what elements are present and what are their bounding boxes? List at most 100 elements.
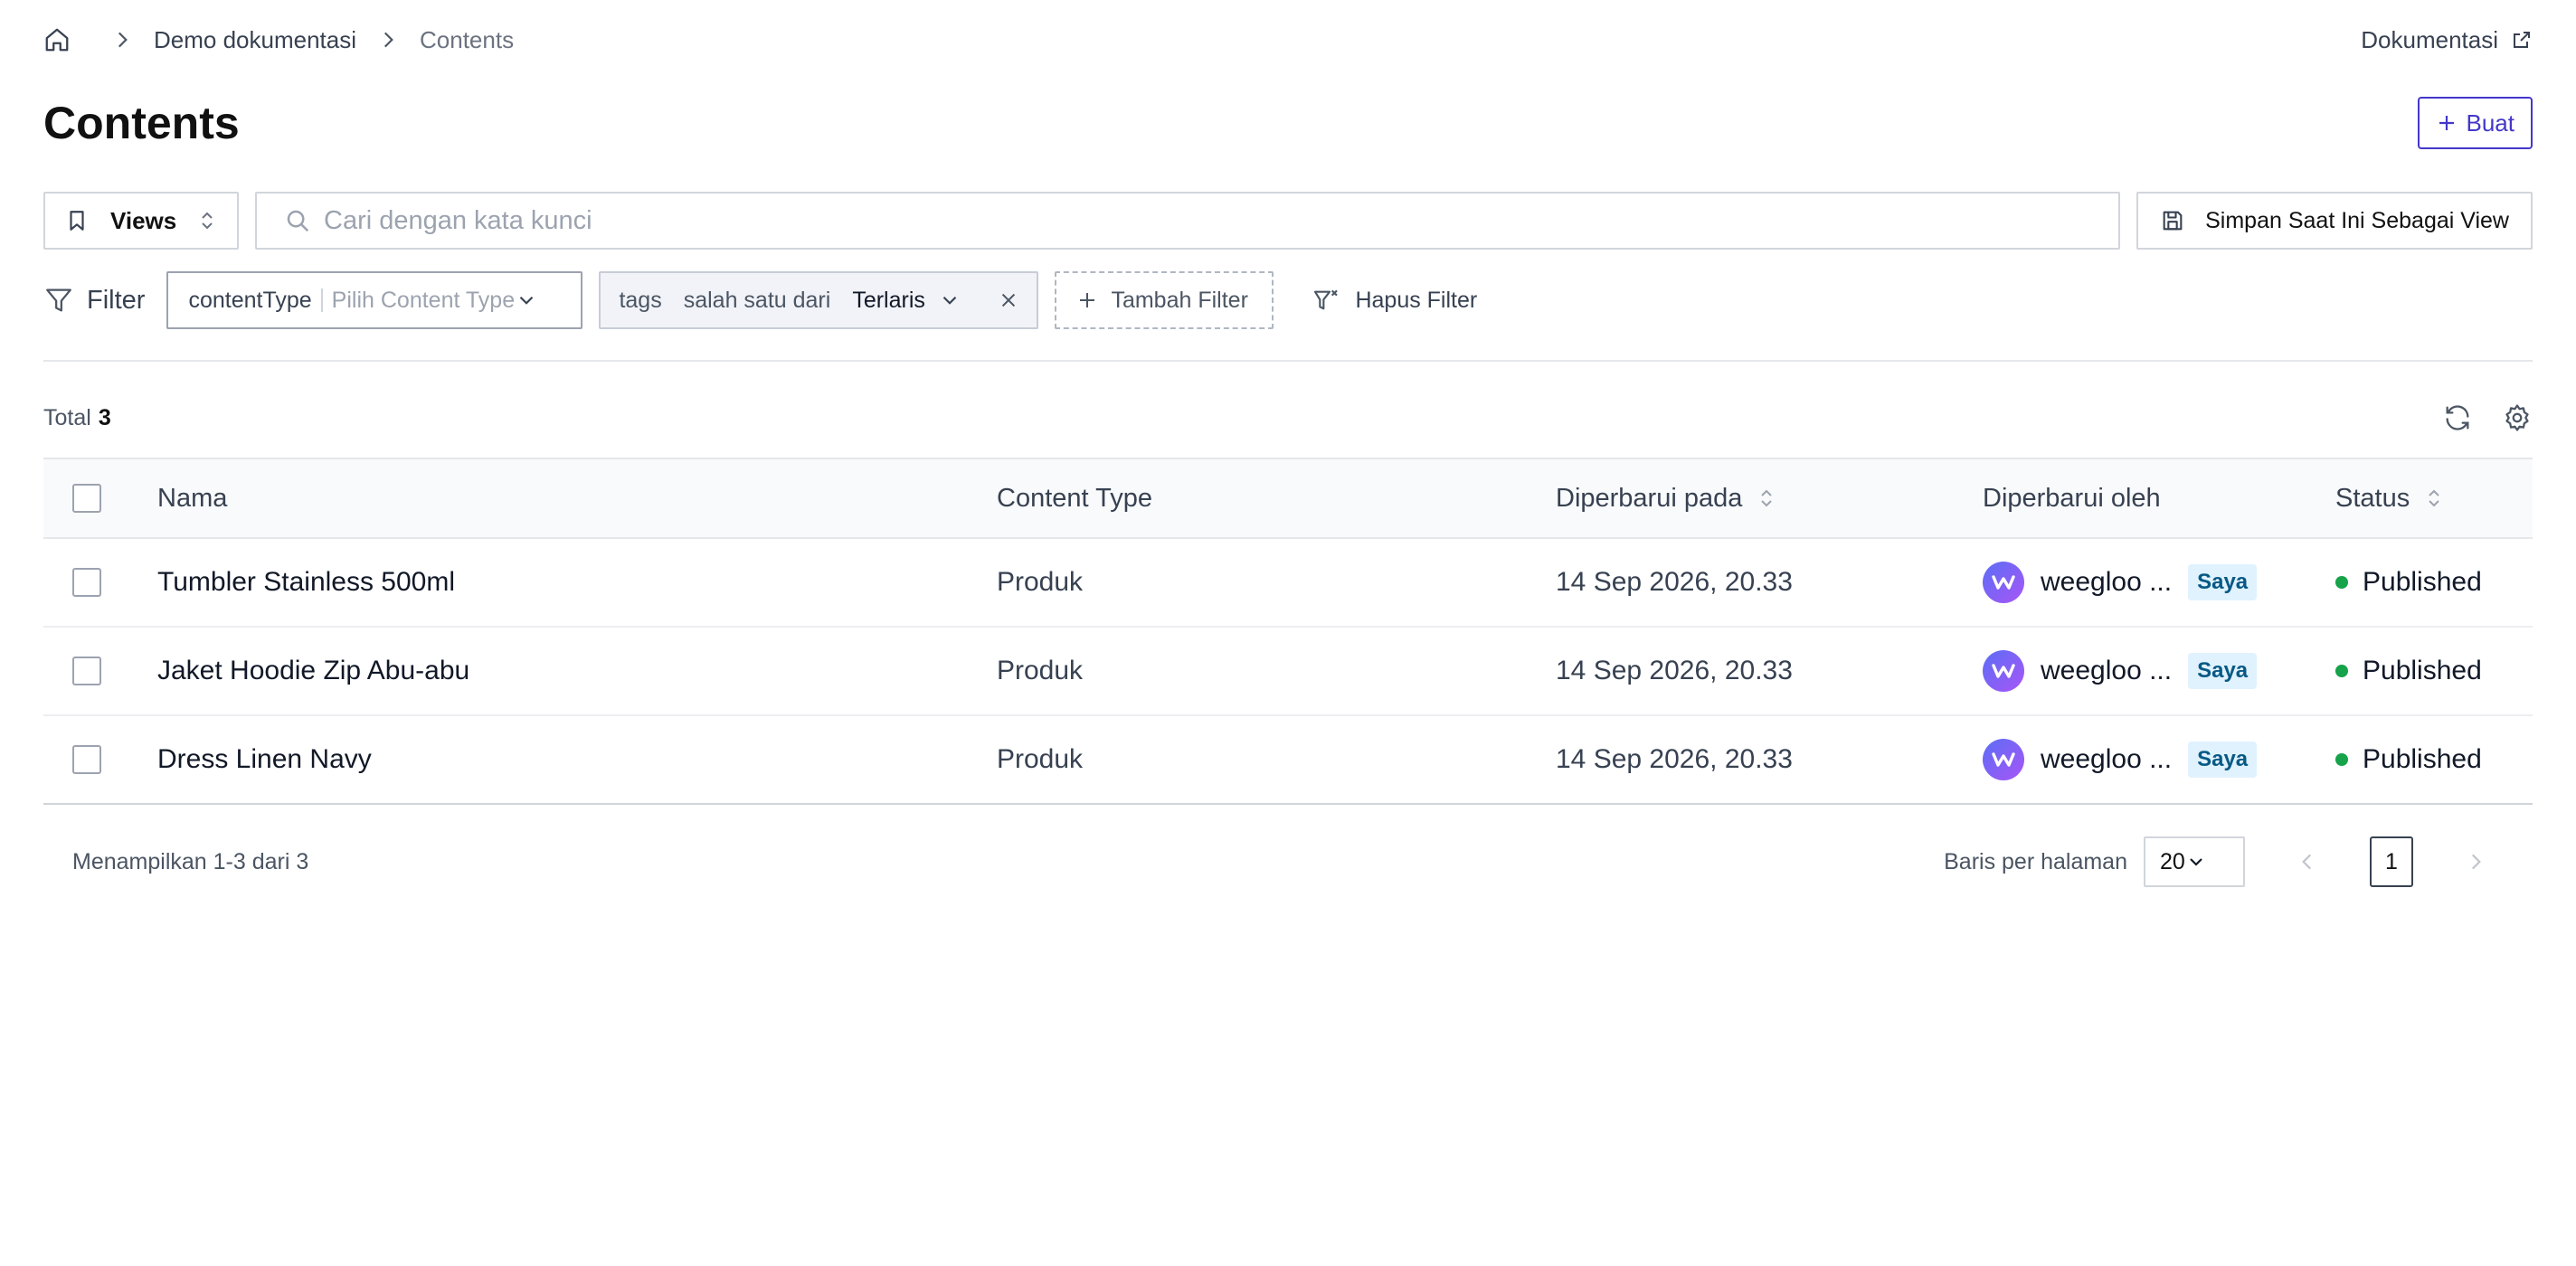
- table-actions: [2442, 402, 2533, 433]
- contents-page: Demo dokumentasi Contents Dokumentasi Co…: [0, 0, 2576, 1266]
- column-header-updated-at-label: Diperbarui pada: [1556, 483, 1743, 513]
- column-header-status[interactable]: Status: [2335, 459, 2444, 537]
- updated-by-name: weegloo ...: [2041, 567, 2173, 597]
- search-field[interactable]: [255, 192, 2121, 250]
- rows-per-page: Baris per halaman 20: [1944, 836, 2245, 887]
- add-filter-button[interactable]: Tambah Filter: [1055, 271, 1274, 329]
- sort-updown-icon[interactable]: [2424, 487, 2444, 510]
- content-name[interactable]: Jaket Hoodie Zip Abu-abu: [157, 656, 469, 686]
- table-row[interactable]: Tumbler Stainless 500ml Produk 14 Sep 20…: [43, 539, 2533, 628]
- chevron-down-icon[interactable]: [938, 288, 961, 312]
- filter-icon: [43, 285, 87, 316]
- content-type-filter-placeholder: Pilih Content Type: [331, 287, 516, 313]
- avatar: [1983, 562, 2024, 603]
- page-title: Contents: [43, 98, 240, 148]
- rows-per-page-select[interactable]: 20: [2144, 836, 2245, 887]
- rows-per-page-label: Baris per halaman: [1944, 848, 2127, 874]
- bookmark-icon: [65, 209, 89, 232]
- filter-row: Filter contentType Pilih Content Type ta…: [43, 271, 2533, 329]
- tags-filter-operator[interactable]: salah satu dari: [684, 288, 831, 314]
- avatar: [1983, 739, 2024, 780]
- views-button-label: Views: [110, 206, 177, 234]
- column-header-name: Nama: [157, 459, 227, 537]
- external-link-icon: [2498, 29, 2533, 51]
- updated-at-cell: 14 Sep 2026, 20.33: [1556, 716, 1793, 803]
- content-name[interactable]: Tumbler Stainless 500ml: [157, 567, 455, 598]
- showing-range: Menampilkan 1-3 dari 3: [72, 848, 309, 874]
- documentation-link-label: Dokumentasi: [2361, 25, 2498, 53]
- column-header-content-type-label: Content Type: [997, 483, 1152, 513]
- chevron-left-icon[interactable]: [2296, 850, 2319, 874]
- me-badge: Saya: [2188, 653, 2258, 689]
- documentation-link[interactable]: Dokumentasi: [2361, 26, 2533, 54]
- updated-at-value: 14 Sep 2026, 20.33: [1556, 567, 1793, 597]
- breadcrumb-item-demo[interactable]: Demo dokumentasi: [154, 26, 356, 54]
- clear-filter-button[interactable]: Hapus Filter: [1312, 286, 1477, 315]
- table-header: Nama Content Type Diperbarui pada Diperb…: [43, 458, 2533, 539]
- row-checkbox-cell: [72, 539, 101, 626]
- updated-by-name: weegloo ...: [2041, 656, 2173, 685]
- chevron-right-icon: [110, 28, 134, 52]
- sort-updown-icon[interactable]: [1757, 487, 1776, 510]
- header-checkbox-cell: [72, 459, 101, 537]
- plus-icon: [1076, 289, 1111, 311]
- content-type-filter[interactable]: contentType Pilih Content Type: [166, 271, 583, 329]
- row-checkbox[interactable]: [72, 745, 101, 774]
- avatar: [1983, 650, 2024, 692]
- status-cell: Published: [2335, 539, 2482, 626]
- save-view-button[interactable]: Simpan Saat Ini Sebagai View: [2136, 192, 2533, 250]
- tags-filter-value[interactable]: Terlaris: [852, 288, 925, 314]
- content-type-filter-key: contentType: [188, 287, 312, 313]
- chevron-right-icon[interactable]: [2464, 850, 2487, 874]
- row-checkbox[interactable]: [72, 657, 101, 685]
- pagination-bar: Menampilkan 1-3 dari 3 Baris per halaman…: [43, 836, 2533, 888]
- content-name[interactable]: Dress Linen Navy: [157, 744, 372, 775]
- total-row: Total 3: [43, 398, 2533, 438]
- content-type-cell: Produk: [997, 539, 1083, 626]
- updated-at-cell: 14 Sep 2026, 20.33: [1556, 628, 1793, 714]
- save-view-label: Simpan Saat Ini Sebagai View: [2205, 207, 2509, 233]
- search-input[interactable]: [324, 205, 2092, 236]
- updated-by-name: weegloo ...: [2041, 744, 2173, 774]
- chevron-down-icon: [515, 288, 538, 312]
- status-text: Published: [2363, 567, 2482, 597]
- row-checkbox[interactable]: [72, 568, 101, 597]
- updated-by-cell: weegloo ... Saya: [1983, 716, 2258, 803]
- table-row[interactable]: Jaket Hoodie Zip Abu-abu Produk 14 Sep 2…: [43, 628, 2533, 716]
- content-type-cell: Produk: [997, 628, 1083, 714]
- filter-separator: [320, 288, 323, 312]
- status-dot: [2335, 576, 2348, 589]
- status-text: Published: [2363, 744, 2482, 774]
- total-count: 3: [98, 404, 111, 430]
- status-dot: [2335, 665, 2348, 677]
- filter-heading: Filter: [43, 285, 145, 316]
- page-number-button[interactable]: 1: [2370, 836, 2413, 887]
- plus-icon: [2436, 112, 2467, 134]
- pager: 1: [2296, 836, 2487, 887]
- status-cell: Published: [2335, 628, 2482, 714]
- content-type-value: Produk: [997, 656, 1084, 685]
- create-button[interactable]: Buat: [2417, 97, 2533, 149]
- name-cell: Dress Linen Navy: [157, 716, 372, 803]
- gear-icon[interactable]: [2502, 402, 2533, 433]
- column-header-updated-at[interactable]: Diperbarui pada: [1556, 459, 1776, 537]
- select-all-checkbox[interactable]: [72, 484, 101, 513]
- refresh-icon[interactable]: [2442, 402, 2473, 433]
- chevron-right-icon: [376, 28, 400, 52]
- column-header-content-type: Content Type: [997, 459, 1152, 537]
- filter-clear-icon: [1312, 286, 1355, 315]
- views-button[interactable]: Views: [43, 192, 239, 250]
- tags-filter[interactable]: tags salah satu dari Terlaris: [599, 271, 1039, 329]
- updated-by-cell: weegloo ... Saya: [1983, 628, 2258, 714]
- updated-at-cell: 14 Sep 2026, 20.33: [1556, 539, 1793, 626]
- close-icon[interactable]: [999, 290, 1018, 310]
- column-header-name-label: Nama: [157, 483, 228, 513]
- search-row: Views Simpan Saat Ini Sebagai View: [43, 192, 2533, 250]
- create-button-label: Buat: [2466, 109, 2515, 137]
- section-divider: [43, 360, 2533, 362]
- table-row[interactable]: Dress Linen Navy Produk 14 Sep 2026, 20.…: [43, 716, 2533, 805]
- status-dot: [2335, 753, 2348, 766]
- contents-table: Nama Content Type Diperbarui pada Diperb…: [43, 458, 2533, 805]
- home-icon[interactable]: [43, 26, 71, 53]
- save-icon: [2160, 208, 2205, 233]
